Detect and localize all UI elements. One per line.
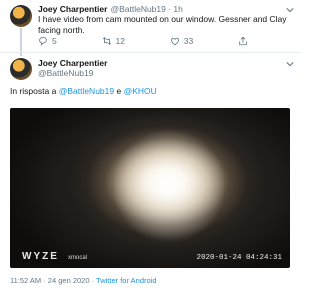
author-handle[interactable]: @BattleNub19	[38, 68, 93, 78]
tweet-header: Joey Charpentier @BattleNub19 · 1h	[38, 4, 183, 14]
share-icon	[239, 36, 247, 46]
retweet-icon	[102, 37, 111, 45]
chevron-down-icon[interactable]	[286, 60, 294, 68]
retweet-button[interactable]: 12	[102, 36, 125, 46]
retweet-count: 12	[115, 36, 125, 46]
reply-and: e	[116, 86, 122, 96]
tweet-meta: 11:52 AM · 24 gen 2020 · Twitter for And…	[10, 276, 157, 285]
mention-link[interactable]: @KHOU	[124, 86, 157, 96]
tweet-source-link[interactable]: Twitter for Android	[96, 276, 156, 285]
video-vignette	[10, 108, 290, 268]
reply-icon	[39, 36, 47, 46]
video-player[interactable]: WYZE xmocal 2020-01-24 04:24:31	[10, 108, 290, 268]
mention-link[interactable]: @BattleNub19	[59, 86, 114, 96]
avatar[interactable]	[10, 5, 32, 27]
author-handle-time[interactable]: @BattleNub19 · 1h	[110, 4, 182, 14]
author-name[interactable]: Joey Charpentier	[38, 58, 107, 68]
video-brand-sub: xmocal	[68, 255, 88, 261]
author-name[interactable]: Joey Charpentier	[38, 4, 107, 14]
chevron-down-icon[interactable]	[286, 6, 294, 14]
like-count: 33	[183, 36, 194, 46]
tweet-text: I have video from cam mounted on our win…	[38, 14, 287, 35]
reply-count: 5	[52, 36, 57, 46]
video-brand: WYZE	[22, 251, 59, 262]
reply-prefix: In risposta a	[10, 86, 57, 96]
reply-button[interactable]: 5	[38, 36, 57, 46]
share-button[interactable]	[238, 36, 248, 46]
like-button[interactable]: 33	[170, 36, 193, 46]
heart-icon	[170, 37, 179, 46]
reply-context: In risposta a @BattleNub19 e @KHOU	[10, 86, 157, 97]
divider	[0, 52, 300, 53]
avatar[interactable]	[10, 58, 32, 80]
tweet-actions: 5 12 33	[38, 36, 248, 46]
tweet-datetime[interactable]: 11:52 AM · 24 gen 2020 ·	[10, 276, 96, 285]
video-timestamp: 2020-01-24 04:24:31	[196, 254, 282, 262]
